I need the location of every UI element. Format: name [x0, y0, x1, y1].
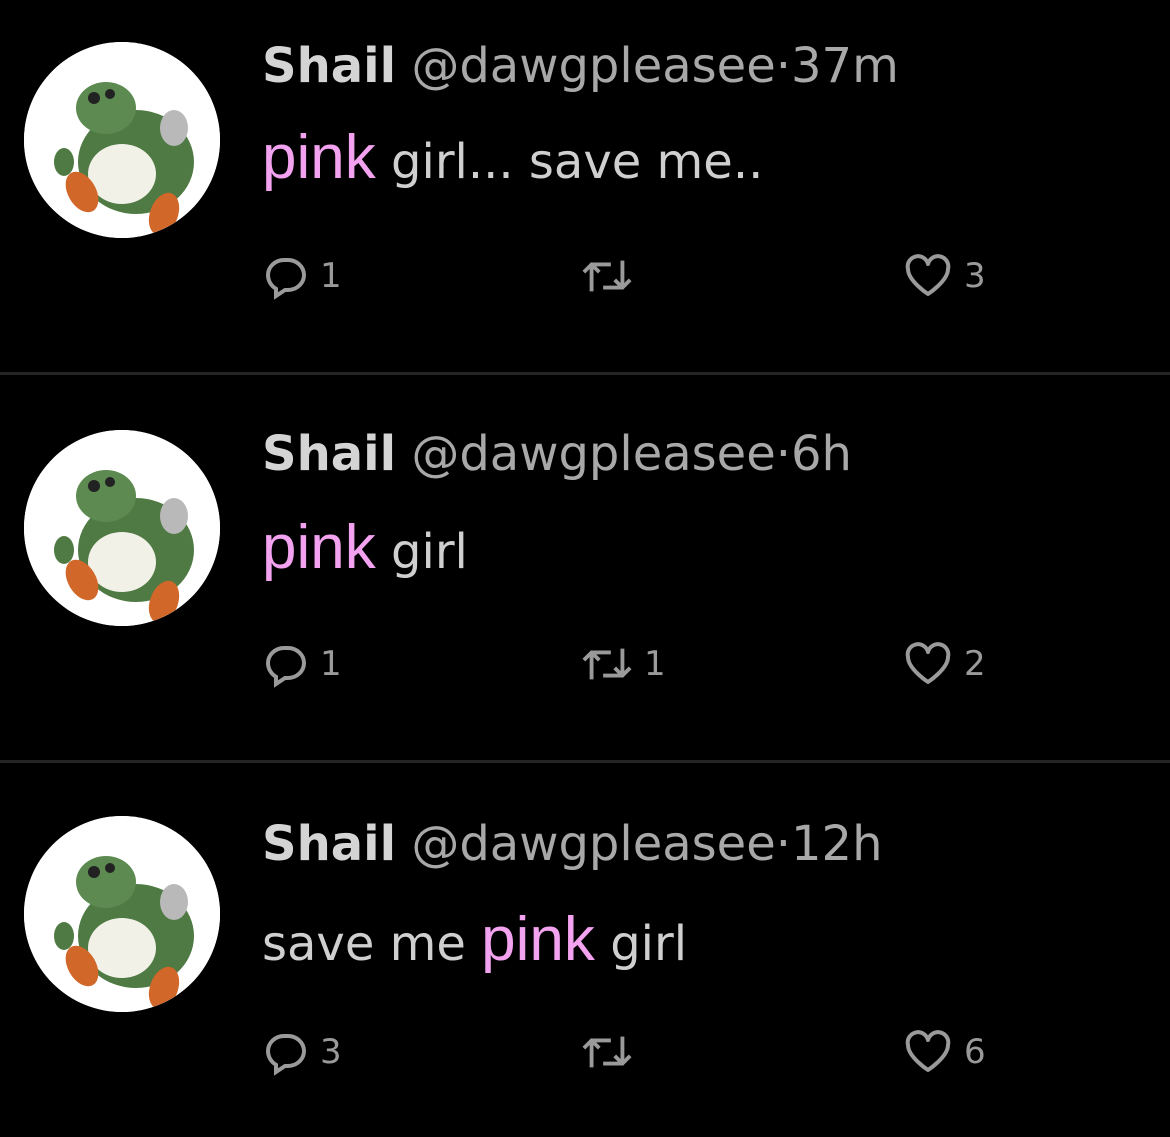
tweet[interactable]: Shail @dawgpleasee·12h save me pink girl…	[0, 764, 1170, 1137]
timestamp[interactable]: 12h	[791, 816, 883, 872]
like-button[interactable]: 3	[902, 252, 986, 300]
reply-count: 3	[320, 1032, 342, 1072]
tweet-header: Shail @dawgpleasee·6h	[262, 424, 852, 484]
tweet[interactable]: Shail @dawgpleasee·37m pink girl... save…	[0, 0, 1170, 372]
retweet-icon	[582, 260, 632, 292]
retweet-count: 1	[644, 644, 666, 684]
pink-word: pink	[481, 905, 595, 974]
tweet-text-before: save me	[262, 916, 466, 972]
reply-bubble-icon	[265, 258, 307, 300]
like-button[interactable]: 6	[902, 1028, 986, 1076]
reply-button[interactable]: 1	[262, 252, 342, 300]
display-name[interactable]: Shail	[262, 426, 396, 482]
tweet-header: Shail @dawgpleasee·37m	[262, 36, 899, 96]
pink-word: pink	[262, 513, 376, 582]
reply-count: 1	[320, 256, 342, 296]
reply-bubble-icon	[265, 646, 307, 688]
yoshi-avatar-icon	[24, 430, 220, 626]
separator-dot: ·	[775, 38, 792, 94]
yoshi-avatar-icon	[24, 42, 220, 238]
separator-dot: ·	[775, 816, 792, 872]
reply-count: 1	[320, 644, 342, 684]
separator-dot: ·	[775, 426, 792, 482]
like-count: 2	[964, 644, 986, 684]
tweet[interactable]: Shail @dawgpleasee·6h pink girl 1 1 2	[0, 376, 1170, 760]
tweet-text-after: girl... save me..	[391, 134, 764, 190]
retweet-button[interactable]	[580, 1028, 644, 1076]
like-count: 3	[964, 256, 986, 296]
timestamp[interactable]: 37m	[791, 38, 899, 94]
retweet-icon	[582, 648, 632, 680]
like-button[interactable]: 2	[902, 640, 986, 688]
user-handle[interactable]: @dawgpleasee	[411, 38, 775, 94]
divider	[0, 372, 1170, 375]
yoshi-avatar-icon	[24, 816, 220, 1012]
user-handle[interactable]: @dawgpleasee	[411, 816, 775, 872]
tweet-text: save me pink girl	[262, 909, 688, 974]
timestamp[interactable]: 6h	[791, 426, 852, 482]
retweet-icon	[582, 1036, 632, 1068]
tweet-text: pink girl	[262, 517, 468, 582]
reply-button[interactable]: 1	[262, 640, 342, 688]
avatar[interactable]	[24, 816, 220, 1012]
tweet-header: Shail @dawgpleasee·12h	[262, 814, 883, 874]
pink-word: pink	[262, 123, 376, 192]
reply-button[interactable]: 3	[262, 1028, 342, 1076]
retweet-button[interactable]	[580, 252, 644, 300]
avatar[interactable]	[24, 42, 220, 238]
tweet-text-after: girl	[610, 916, 688, 972]
heart-icon	[905, 254, 951, 296]
retweet-button[interactable]: 1	[580, 640, 666, 688]
display-name[interactable]: Shail	[262, 38, 396, 94]
display-name[interactable]: Shail	[262, 816, 396, 872]
reply-bubble-icon	[265, 1034, 307, 1076]
like-count: 6	[964, 1032, 986, 1072]
heart-icon	[905, 642, 951, 684]
divider	[0, 760, 1170, 763]
avatar[interactable]	[24, 430, 220, 626]
tweet-text: pink girl... save me..	[262, 127, 764, 192]
tweet-text-after: girl	[391, 524, 468, 580]
heart-icon	[905, 1030, 951, 1072]
user-handle[interactable]: @dawgpleasee	[411, 426, 775, 482]
